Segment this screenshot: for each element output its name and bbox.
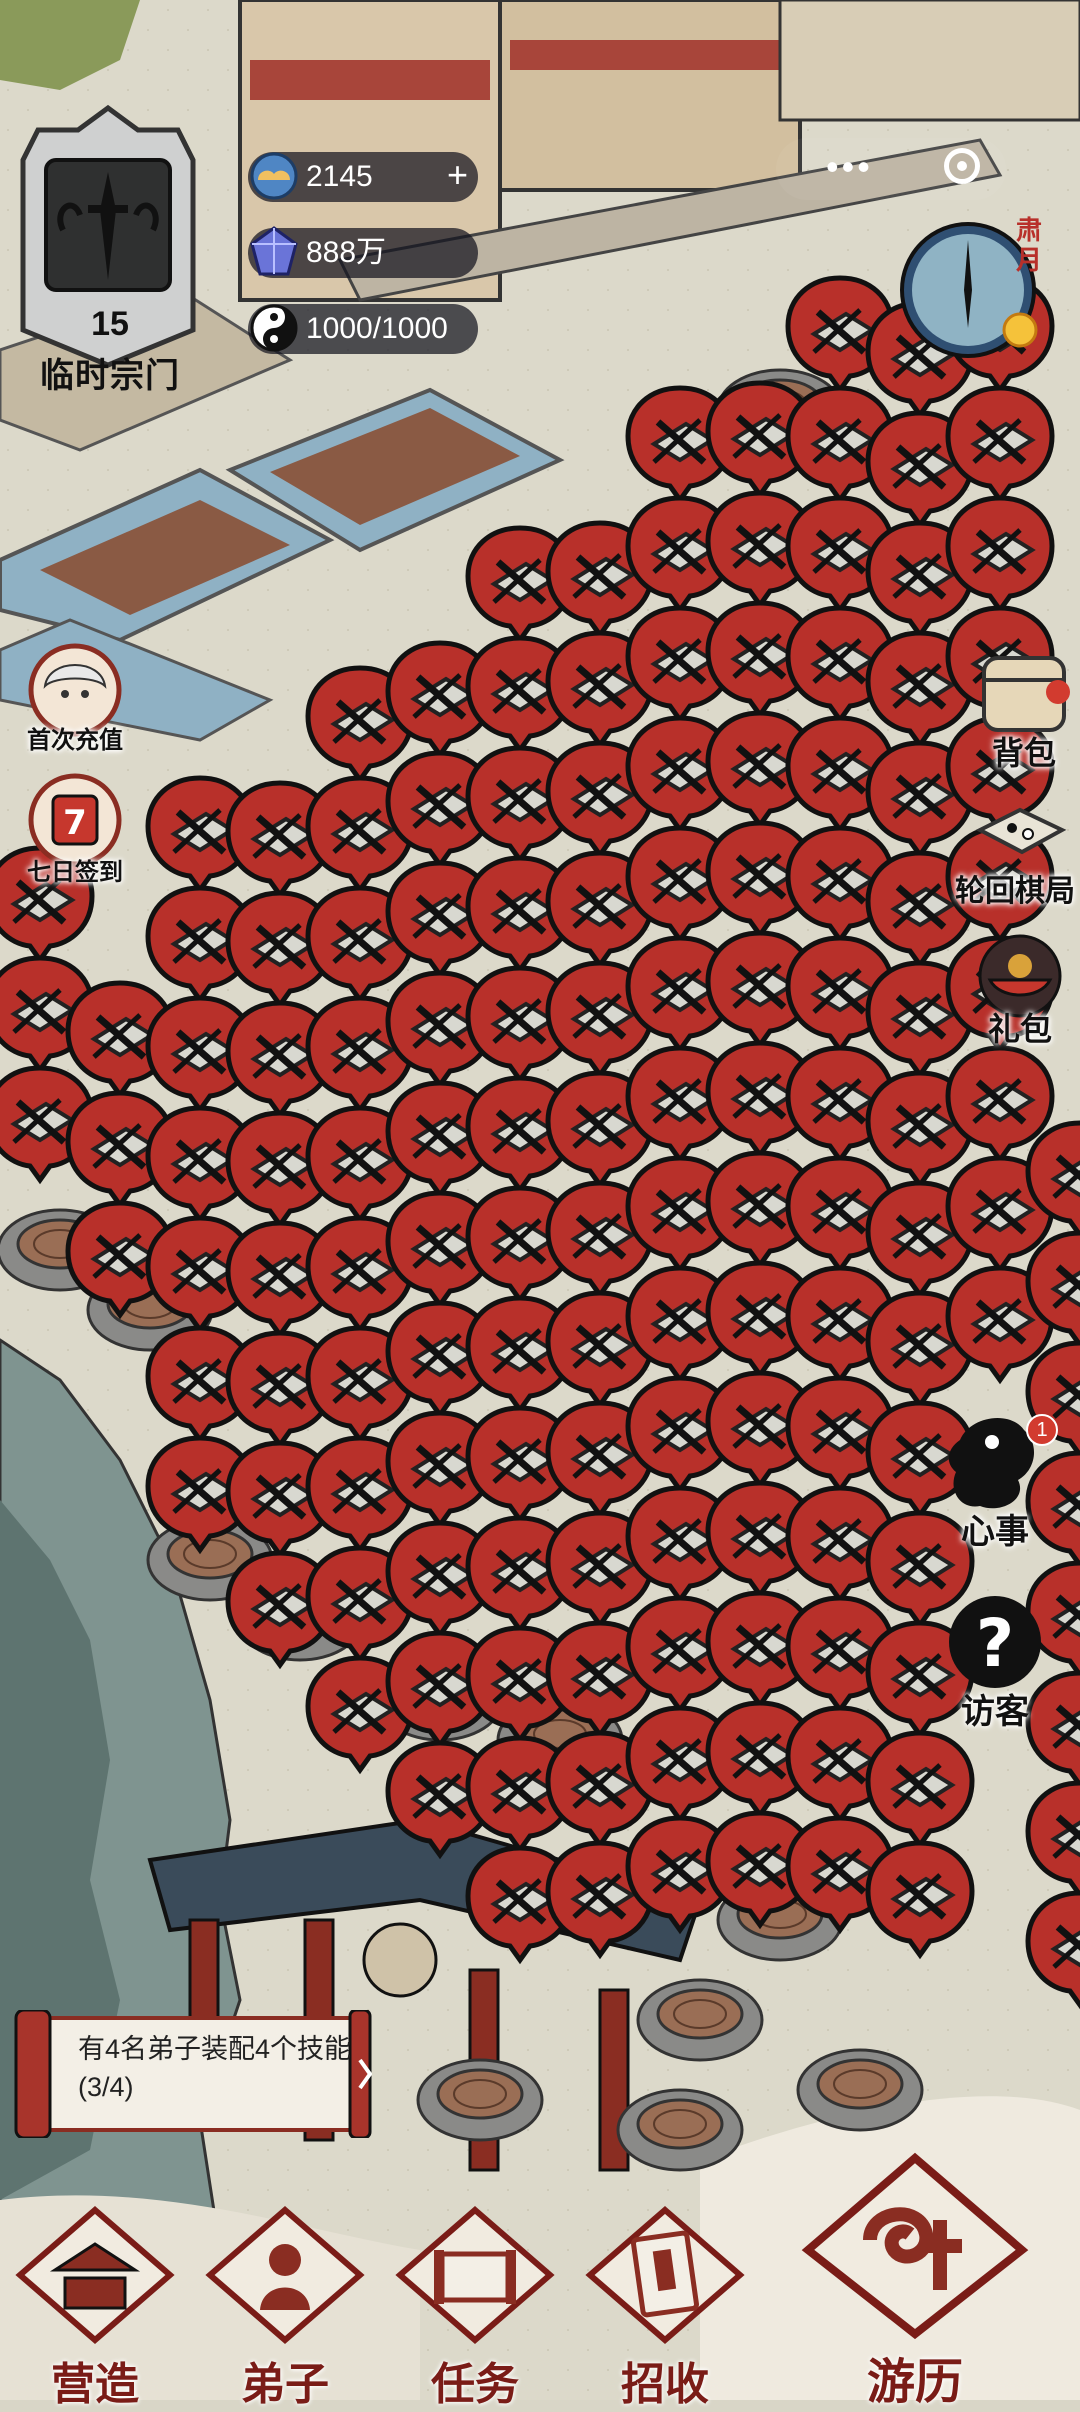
visitor-button[interactable]: ? 访客 [930, 1590, 1060, 1740]
nav-build[interactable]: 营造 [0, 2200, 190, 2410]
travel-seal-icon [801, 2152, 1029, 2340]
cloud-coin-icon [250, 152, 298, 200]
heart-matters-label: 心事 [961, 1513, 1029, 1551]
gem-counter[interactable]: 888万 [248, 226, 478, 278]
scroll-task-icon [395, 2206, 555, 2344]
nav-tasks-label: 任务 [431, 2359, 519, 2410]
quest-scroll[interactable]: 有4名弟子装配4个技能(3/4) [14, 2010, 372, 2138]
disciple-icon [205, 2206, 365, 2344]
nav-disciples[interactable]: 弟子 [190, 2200, 380, 2410]
backpack-label: 背包 [991, 735, 1056, 771]
gift-pack-button[interactable]: 礼包 [960, 930, 1080, 1060]
nav-recruit-label: 招收 [621, 2359, 709, 2410]
nav-build-label: 营造 [51, 2359, 139, 2410]
nav-disciples-label: 弟子 [241, 2359, 329, 2410]
reincarnation-chess-button[interactable]: 轮回棋局 [950, 790, 1080, 920]
seven-day-signin-button[interactable]: 7 七日签到 [20, 770, 130, 886]
yin-yang-counter[interactable]: 1000/1000 [248, 304, 478, 354]
gem-value: 888万 [306, 236, 387, 269]
tree-stump [616, 2088, 744, 2172]
gem-icon [250, 226, 298, 276]
sect-name: 临时宗门 [40, 357, 180, 395]
spirit-stone-counter[interactable]: 2145 + [248, 152, 478, 202]
svg-text:?: ? [976, 1605, 1014, 1682]
yin-yang-icon [250, 304, 298, 352]
nav-travel-label: 游历 [866, 2354, 963, 2410]
backpack-button[interactable]: 背包 [968, 640, 1080, 771]
heart-matters-badge: 1 [1026, 1414, 1058, 1446]
gift-pack-label: 礼包 [987, 1011, 1052, 1047]
mini-program-capsule: ••• [776, 138, 1006, 200]
quest-text: 有4名弟子装配4个技能(3/4) [78, 2034, 352, 2102]
close-circle-icon[interactable] [944, 148, 980, 184]
tree-stump [416, 2058, 544, 2142]
nav-travel[interactable]: 游历 [790, 2152, 1040, 2410]
season-clock[interactable]: 肃月 [898, 210, 1048, 360]
backpack-icon [982, 656, 1070, 732]
spirit-stone-value: 2145 [306, 160, 373, 193]
yin-yang-value: 1000/1000 [306, 312, 448, 345]
tree-stump [796, 2048, 924, 2132]
heart-matters-button[interactable]: 1 心事 [930, 1410, 1060, 1560]
add-spirit-stone-button[interactable]: + [447, 150, 468, 200]
reincarnation-chess-label: 轮回棋局 [955, 875, 1075, 908]
nav-tasks[interactable]: 任务 [380, 2200, 570, 2410]
nav-recruit[interactable]: 招收 [570, 2200, 760, 2410]
season-label: 肃月 [1016, 216, 1043, 276]
pavilion-icon [15, 2206, 175, 2344]
sect-level: 15 [91, 305, 129, 343]
visitor-label: 访客 [961, 1693, 1029, 1731]
svg-text:7: 7 [63, 803, 87, 843]
more-dots-icon[interactable]: ••• [826, 146, 873, 188]
invitation-card-icon [585, 2206, 745, 2344]
bottom-nav: 营造 弟子 任务 招收 游历 [0, 2152, 1080, 2410]
tree-stump [636, 1978, 764, 2062]
first-recharge-label: 首次充值 [27, 727, 123, 754]
first-recharge-button[interactable]: 首次充值 [20, 640, 130, 754]
seven-day-signin-label: 七日签到 [27, 859, 123, 886]
